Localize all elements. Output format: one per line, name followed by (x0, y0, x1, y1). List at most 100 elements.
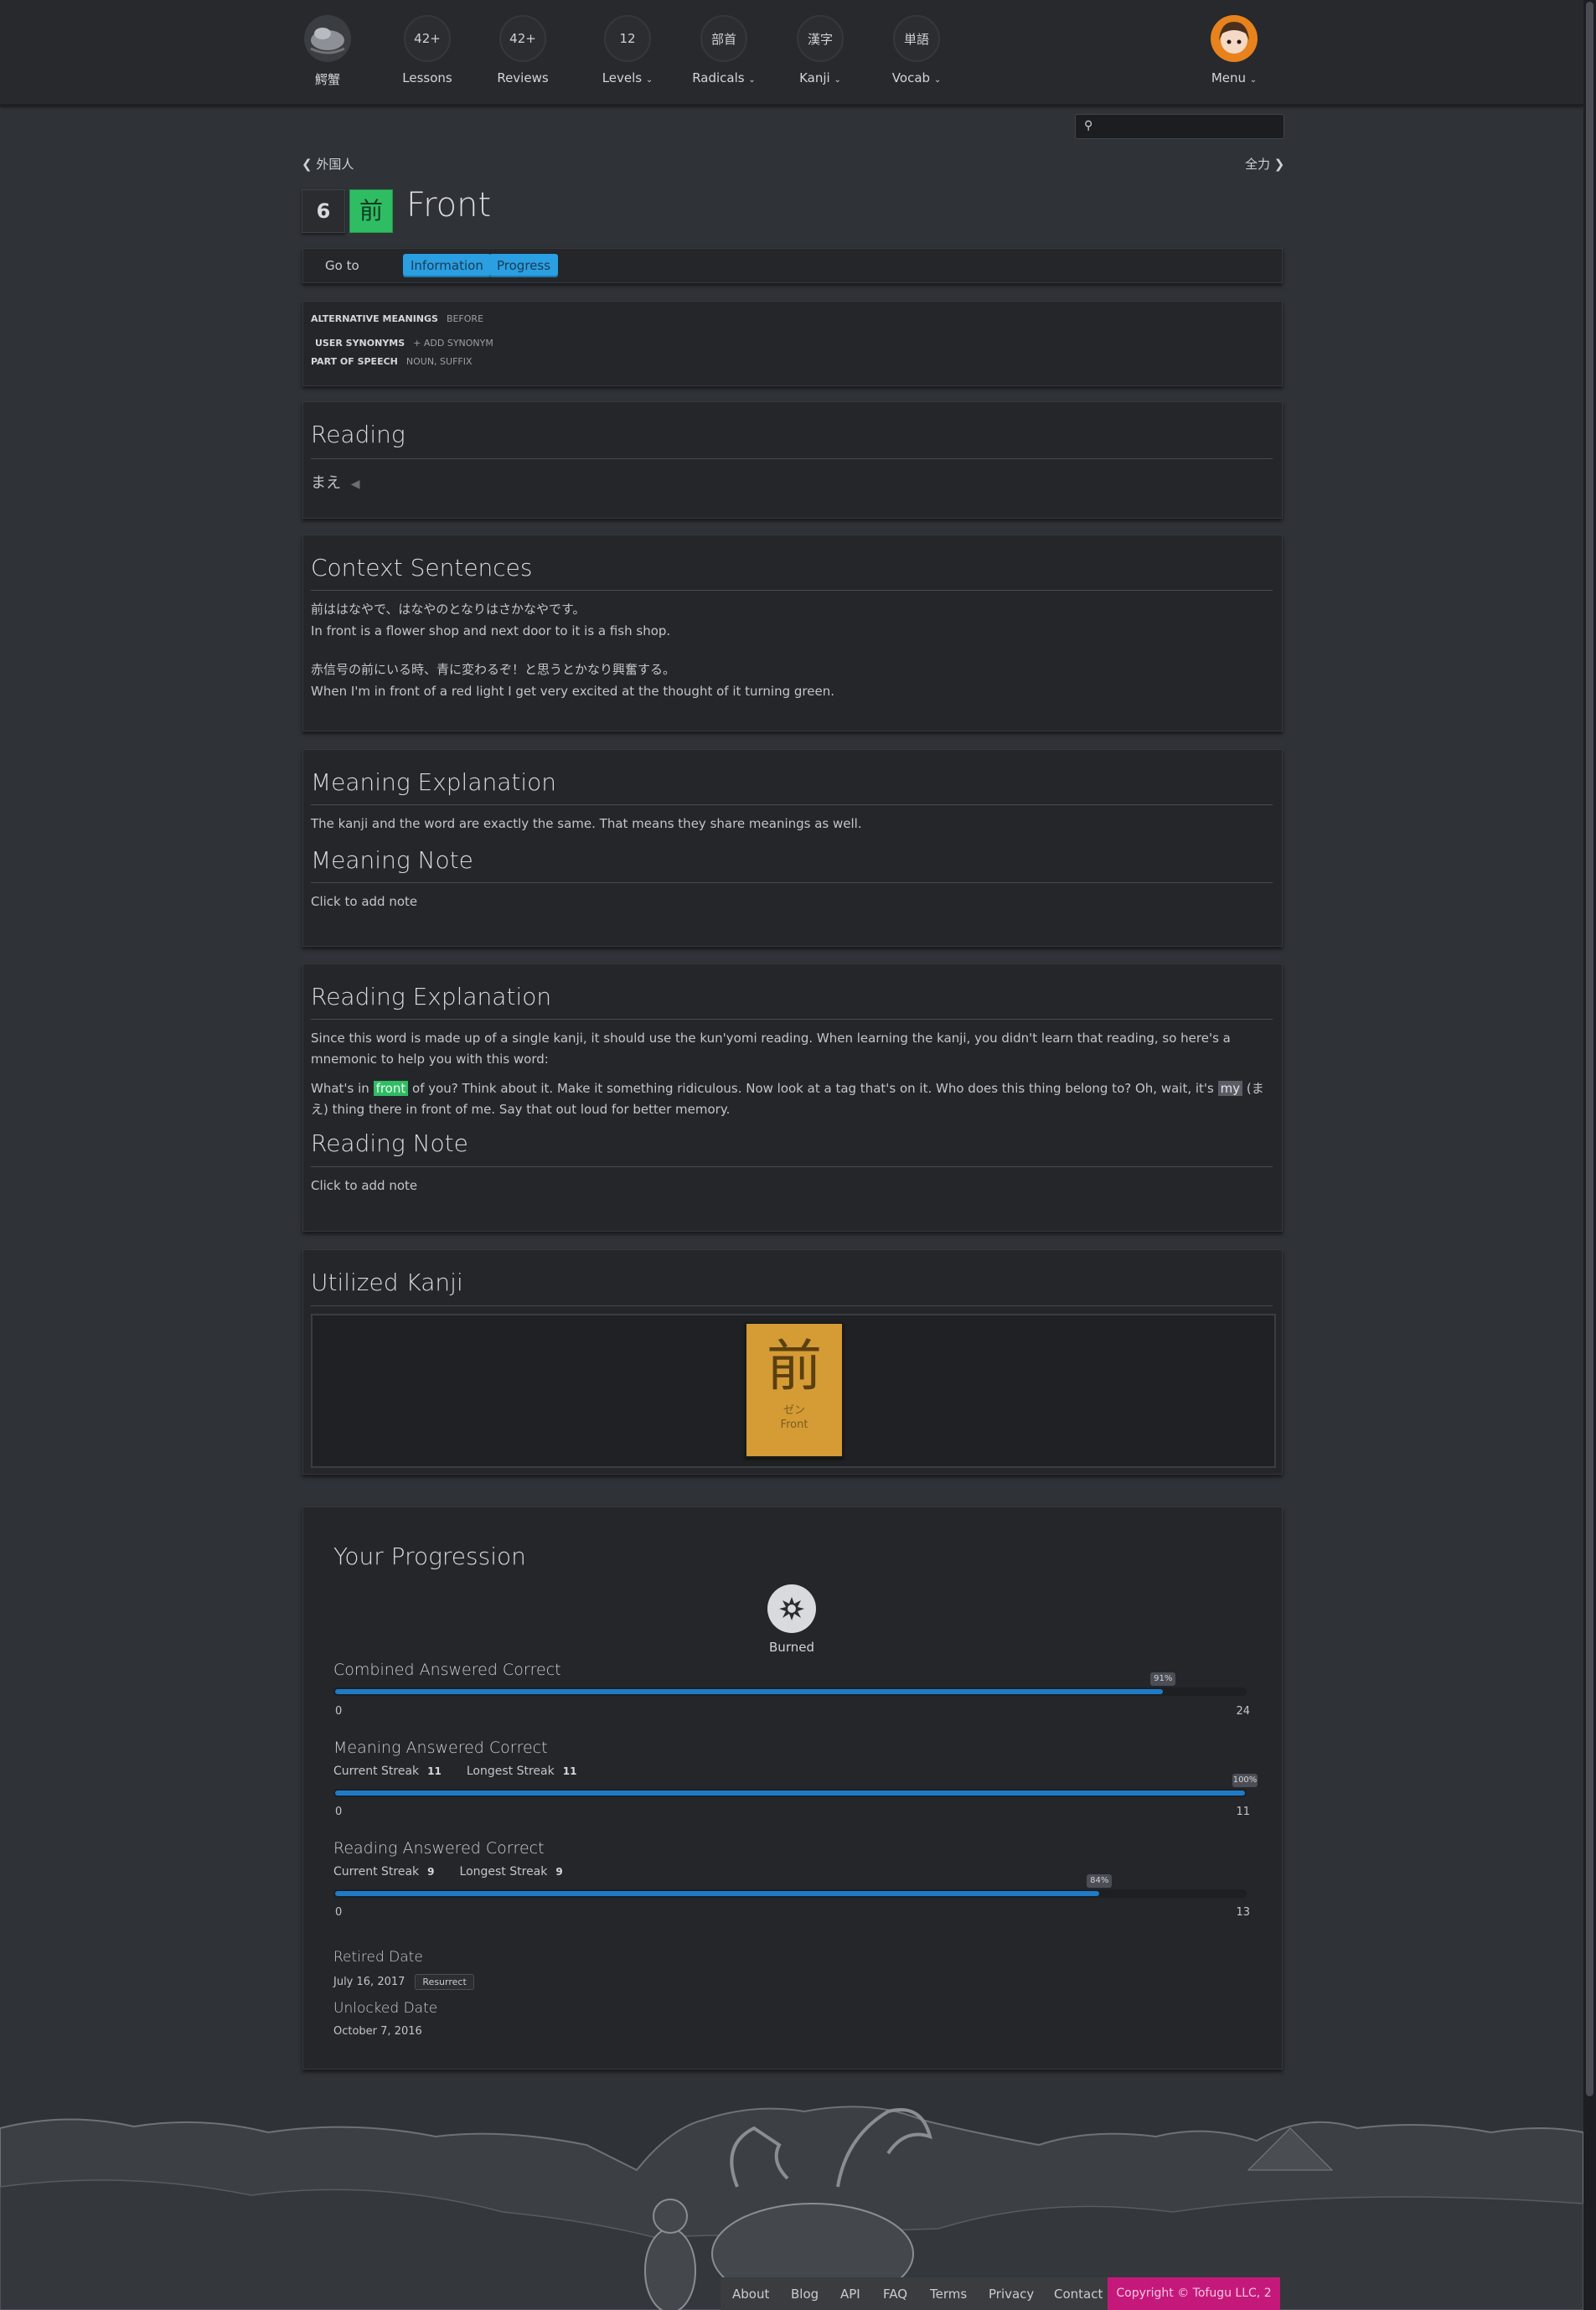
kanji-card-meaning: Front (780, 1419, 808, 1431)
srs-stage: Burned (760, 1584, 824, 1655)
search-icon: ⚲ (1084, 119, 1093, 132)
nav-levels-label: Levels (602, 70, 643, 85)
scrollbar-thumb[interactable] (1586, 2, 1593, 2096)
resurrect-button[interactable]: Resurrect (415, 1974, 474, 1990)
nav-menu-label: Menu (1211, 70, 1246, 85)
tab-progress[interactable]: Progress (489, 254, 559, 277)
next-item-link[interactable]: 全力 ❯ (1245, 155, 1284, 173)
burned-icon (767, 1584, 816, 1633)
reading-max: 13 (1236, 1906, 1250, 1919)
user-synonyms-label: USER SYNONYMS (315, 338, 405, 349)
chevron-down-icon: ⌄ (748, 75, 756, 85)
search-input[interactable]: ⚲ (1075, 114, 1284, 139)
current-streak-value: 11 (427, 1765, 442, 1777)
alt-meanings-value: BEFORE (446, 313, 484, 324)
footer-blog-link[interactable]: Blog (791, 2287, 819, 2302)
arrow-right-circle-icon: ❯ (1273, 157, 1285, 172)
footer-api-link[interactable]: API (840, 2287, 860, 2302)
meaning-progress-bar: 100% (333, 1774, 1258, 1797)
longest-streak-label: Longest Streak (466, 1765, 555, 1778)
sentence-en-2: When I'm in front of a red light I get v… (311, 684, 834, 699)
sentence-en-1: In front is a flower shop and next door … (311, 623, 671, 638)
kanji-card[interactable]: 前 ゼン Front (745, 1322, 844, 1458)
nav-logo-label: 鰐蟹 (314, 72, 340, 87)
audio-play-icon[interactable]: ◀ (351, 478, 360, 491)
combined-progress-fill (335, 1689, 1164, 1694)
combined-progress-tooltip: 91% (1150, 1672, 1176, 1686)
reading-min: 0 (335, 1906, 343, 1919)
meaning-progress-fill (335, 1791, 1245, 1796)
level-badge[interactable]: 6 (302, 189, 345, 233)
divider (311, 1166, 1273, 1167)
retired-date-heading: Retired Date (333, 1949, 423, 1966)
current-streak-value: 9 (427, 1866, 435, 1878)
combined-max: 24 (1236, 1705, 1250, 1718)
nav-vocab-label: Vocab (891, 70, 931, 85)
prev-item-link[interactable]: ❮ 外国人 (302, 155, 354, 173)
combined-progress-bar: 91% (333, 1672, 1247, 1696)
current-streak-label: Current Streak (333, 1865, 420, 1878)
unlocked-date-value: October 7, 2016 (333, 2025, 422, 2038)
combined-min: 0 (335, 1705, 343, 1718)
reading-explanation-heading: Reading Explanation (311, 983, 552, 1010)
divider (311, 1019, 1273, 1020)
footer-about-link[interactable]: About (732, 2287, 769, 2302)
nav-radicals[interactable]: 部首 Radicals ⌄ (686, 15, 762, 85)
combined-heading: Combined Answered Correct (333, 1661, 561, 1679)
nav-kanji-label: Kanji (799, 70, 830, 85)
part-of-speech-row: PART OF SPEECH NOUN, SUFFIX (311, 356, 473, 367)
longest-streak-value: 11 (562, 1765, 577, 1777)
vocab-character: 前 (349, 189, 393, 233)
arrow-left-circle-icon: ❮ (302, 157, 312, 172)
levels-count: 12 (604, 15, 651, 62)
utilized-kanji-panel: Utilized Kanji 前 ゼン Front (302, 1249, 1283, 1475)
longest-streak-value: 9 (555, 1866, 563, 1878)
footer-faq-link[interactable]: FAQ (883, 2287, 907, 2302)
scrollbar[interactable] (1583, 0, 1596, 2310)
meaning-note-add[interactable]: Click to add note (311, 891, 1273, 912)
chevron-down-icon: ⌄ (834, 75, 841, 85)
divider (311, 804, 1273, 805)
footer-contact-link[interactable]: Contact (1054, 2287, 1103, 2302)
reading-note-heading: Reading Note (311, 1129, 468, 1157)
nav-logo[interactable]: 鰐蟹 (290, 15, 365, 88)
vocab-glyph: 単語 (893, 15, 940, 62)
text: What's in (311, 1081, 374, 1096)
reading-progress-heading: Reading Answered Correct (333, 1839, 545, 1858)
reviews-count: 42+ (499, 15, 546, 62)
kanji-card-character: 前 (767, 1334, 822, 1398)
nav-lessons[interactable]: 42+ Lessons (390, 15, 465, 85)
utilized-kanji-heading: Utilized Kanji (311, 1269, 463, 1296)
avatar (1211, 15, 1258, 62)
tab-information[interactable]: Information (403, 254, 491, 277)
retired-date-row: July 16, 2017 Resurrect (333, 1974, 474, 1990)
chevron-down-icon: ⌄ (933, 75, 942, 85)
reading-note-add[interactable]: Click to add note (311, 1176, 1273, 1196)
reading-progress-bar: 84% (333, 1874, 1247, 1898)
nav-menu[interactable]: Menu ⌄ (1196, 15, 1272, 85)
alt-meanings-label: ALTERNATIVE MEANINGS (311, 313, 438, 324)
kanji-glyph: 漢字 (797, 15, 844, 62)
nav-reviews[interactable]: 42+ Reviews (485, 15, 560, 85)
nav-lessons-label: Lessons (402, 70, 452, 85)
sentence-ja-1: 前ははなやで、はなやのとなりはさかなやです。 (311, 602, 586, 617)
next-item-label: 全力 (1245, 157, 1271, 172)
footer-terms-link[interactable]: Terms (930, 2287, 967, 2302)
page-title: Front (406, 186, 492, 225)
divider (311, 458, 1273, 459)
nav-kanji[interactable]: 漢字 Kanji ⌄ (783, 15, 858, 85)
nav-vocab[interactable]: 単語 Vocab ⌄ (879, 15, 954, 85)
footer-privacy-link[interactable]: Privacy (989, 2287, 1034, 2302)
reading-value: まえ (311, 474, 341, 492)
meaning-min: 0 (335, 1806, 343, 1818)
add-synonym-link[interactable]: + ADD SYNONYM (413, 338, 493, 349)
nav-levels[interactable]: 12 Levels ⌄ (590, 15, 665, 85)
kanji-list: 前 ゼン Front (311, 1314, 1276, 1468)
retired-date-value: July 16, 2017 (333, 1976, 405, 1988)
meaning-explanation-text: The kanji and the word are exactly the s… (311, 816, 862, 831)
reading-heading: Reading (311, 421, 405, 448)
sentence-ja-2: 赤信号の前にいる時、青に変わるぞ！と思うとかなり興奮する。 (311, 662, 676, 677)
context-panel: Context Sentences 前ははなやで、はなやのとなりはさかなやです。… (302, 535, 1283, 731)
alt-meanings-row: ALTERNATIVE MEANINGS BEFORE (311, 313, 483, 324)
radicals-glyph: 部首 (700, 15, 747, 62)
